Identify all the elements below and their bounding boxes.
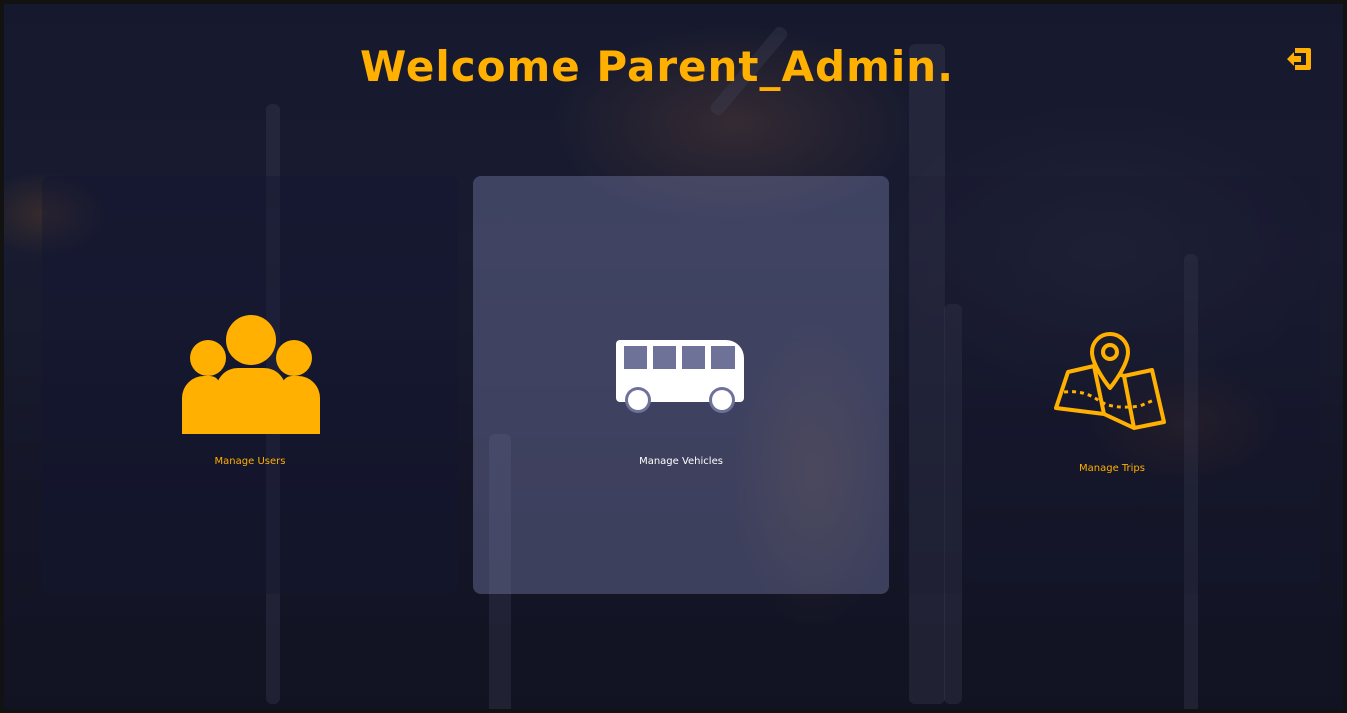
- welcome-title: Welcome Parent_Admin.: [360, 42, 955, 91]
- logout-button[interactable]: [1284, 46, 1312, 72]
- bus-icon: [616, 340, 744, 413]
- users-icon: [182, 315, 320, 434]
- manage-vehicles-card[interactable]: Manage Vehicles: [473, 176, 889, 594]
- app-frame: Welcome Parent_Admin. Manage Users Manag…: [0, 0, 1347, 713]
- manage-users-card[interactable]: Manage Users: [42, 176, 458, 594]
- map-pin-icon: [1054, 332, 1166, 430]
- manage-users-label: Manage Users: [214, 456, 286, 467]
- manage-vehicles-label: Manage Vehicles: [639, 456, 723, 467]
- manage-trips-label: Manage Trips: [1079, 463, 1145, 474]
- manage-trips-card[interactable]: Manage Trips: [904, 176, 1320, 594]
- logout-icon: [1287, 48, 1311, 70]
